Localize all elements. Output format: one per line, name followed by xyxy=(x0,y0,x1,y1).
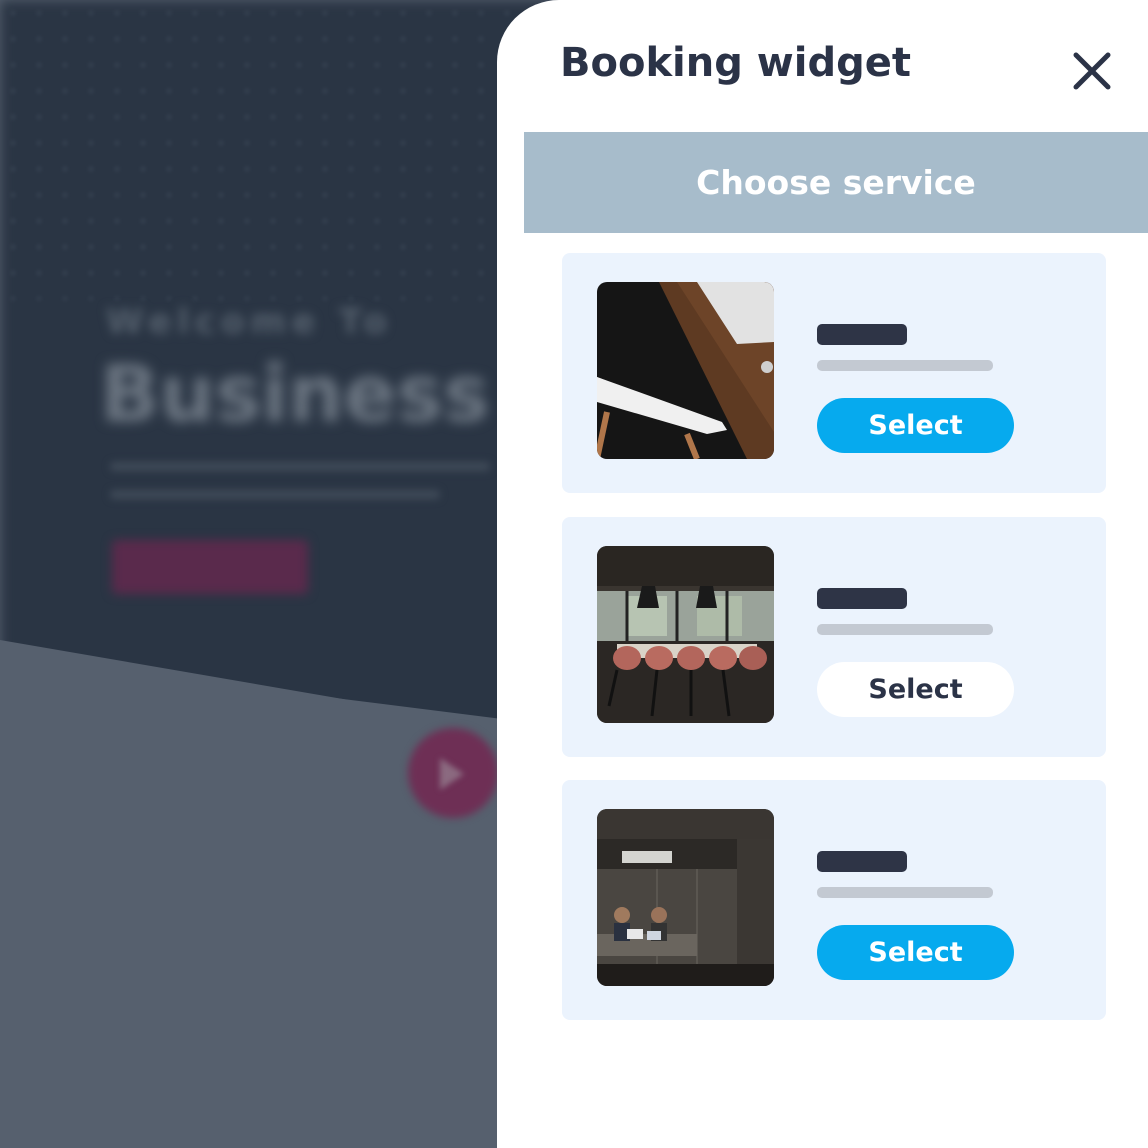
service-card: Select xyxy=(562,517,1106,757)
background-headline: Business xyxy=(100,350,490,440)
select-button[interactable]: Select xyxy=(817,662,1014,717)
background-welcome-text: Welcome To xyxy=(106,302,393,342)
background-text-line xyxy=(110,490,440,499)
background-text-line xyxy=(110,462,490,471)
select-button[interactable]: Select xyxy=(817,925,1014,980)
service-name-placeholder xyxy=(817,324,907,345)
service-name-placeholder xyxy=(817,588,907,609)
service-description-placeholder xyxy=(817,360,993,371)
service-image-meeting-room xyxy=(597,546,774,723)
service-description-placeholder xyxy=(817,624,993,635)
service-description-placeholder xyxy=(817,887,993,898)
section-header: Choose service xyxy=(524,132,1148,233)
service-name-placeholder xyxy=(817,851,907,872)
close-button[interactable] xyxy=(1069,48,1115,94)
service-card: Select xyxy=(562,253,1106,493)
widget-title: Booking widget xyxy=(560,40,911,86)
section-title: Choose service xyxy=(696,163,976,202)
play-icon xyxy=(440,758,464,790)
select-button[interactable]: Select xyxy=(817,398,1014,453)
close-icon xyxy=(1073,52,1111,90)
service-image-office-team xyxy=(597,809,774,986)
background-pattern xyxy=(0,0,520,300)
booking-widget-panel: Booking widget Choose service Select Sel… xyxy=(497,0,1148,1148)
service-card: Select xyxy=(562,780,1106,1020)
background-cta-button xyxy=(112,540,308,594)
service-image-chair xyxy=(597,282,774,459)
